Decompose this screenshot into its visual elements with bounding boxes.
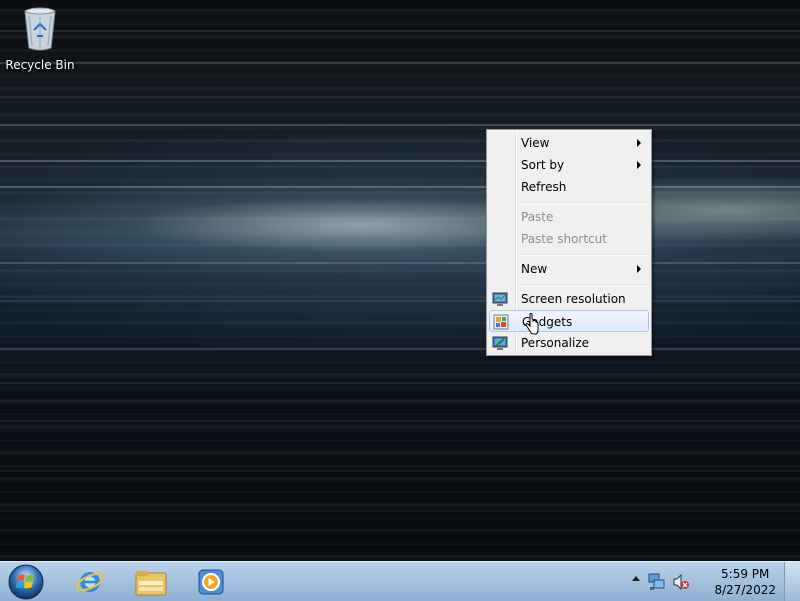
menu-item-label: Screen resolution bbox=[521, 292, 626, 306]
menu-item-refresh[interactable]: Refresh bbox=[489, 176, 649, 198]
menu-item-label: Sort by bbox=[521, 158, 565, 172]
monitor-icon bbox=[492, 292, 508, 306]
menu-item-label: View bbox=[521, 136, 550, 150]
menu-item-screen-resolution[interactable]: Screen resolution bbox=[489, 288, 649, 310]
clock-date: 8/27/2022 bbox=[714, 583, 776, 597]
menu-separator bbox=[518, 254, 648, 256]
windows-orb-icon bbox=[8, 564, 44, 599]
mouse-pointer-icon bbox=[525, 313, 539, 335]
menu-item-paste[interactable]: Paste bbox=[489, 206, 649, 228]
menu-item-gadgets[interactable]: Gadgets bbox=[489, 310, 649, 332]
file-explorer-icon bbox=[135, 571, 167, 596]
menu-item-label: Paste shortcut bbox=[521, 232, 607, 246]
gadgets-icon bbox=[493, 314, 509, 330]
taskbar: 5:59 PM 8/27/2022 bbox=[0, 561, 800, 601]
menu-item-label: Paste bbox=[521, 210, 554, 224]
desktop-context-menu: View Sort by Refresh Paste Paste shortcu… bbox=[486, 129, 652, 356]
taskbar-file-explorer[interactable] bbox=[131, 565, 171, 599]
menu-item-label: Personalize bbox=[521, 336, 590, 350]
desktop[interactable]: Recycle Bin View Sort by Refresh Paste P… bbox=[0, 0, 800, 561]
volume-muted-icon[interactable] bbox=[672, 573, 690, 591]
submenu-arrow-icon bbox=[637, 139, 641, 147]
system-clock[interactable]: 5:59 PM 8/27/2022 bbox=[714, 566, 776, 598]
submenu-arrow-icon bbox=[637, 161, 641, 169]
recycle-bin-shortcut[interactable]: Recycle Bin bbox=[5, 6, 75, 76]
taskbar-media-player[interactable] bbox=[191, 565, 231, 599]
recycle-bin-label: Recycle Bin bbox=[5, 58, 75, 72]
submenu-arrow-icon bbox=[637, 265, 641, 273]
personalize-icon bbox=[492, 336, 508, 350]
menu-item-new[interactable]: New bbox=[489, 258, 649, 280]
show-desktop-button[interactable] bbox=[784, 562, 800, 601]
menu-item-label: New bbox=[521, 262, 548, 276]
internet-explorer-icon bbox=[76, 572, 104, 592]
show-hidden-icons-arrow[interactable] bbox=[632, 576, 640, 581]
recycle-bin-icon bbox=[24, 7, 56, 51]
media-player-icon bbox=[198, 569, 224, 595]
taskbar-internet-explorer[interactable] bbox=[70, 565, 110, 599]
menu-item-paste-shortcut[interactable]: Paste shortcut bbox=[489, 228, 649, 250]
start-button[interactable] bbox=[6, 562, 46, 601]
network-icon[interactable] bbox=[648, 573, 666, 591]
menu-separator bbox=[518, 284, 648, 286]
menu-item-label: Refresh bbox=[521, 180, 567, 194]
menu-item-view[interactable]: View bbox=[489, 132, 649, 154]
menu-separator bbox=[518, 202, 648, 204]
notification-area: 5:59 PM 8/27/2022 bbox=[632, 562, 800, 601]
menu-item-sort-by[interactable]: Sort by bbox=[489, 154, 649, 176]
menu-item-personalize[interactable]: Personalize bbox=[489, 332, 649, 354]
clock-time: 5:59 PM bbox=[721, 567, 770, 581]
